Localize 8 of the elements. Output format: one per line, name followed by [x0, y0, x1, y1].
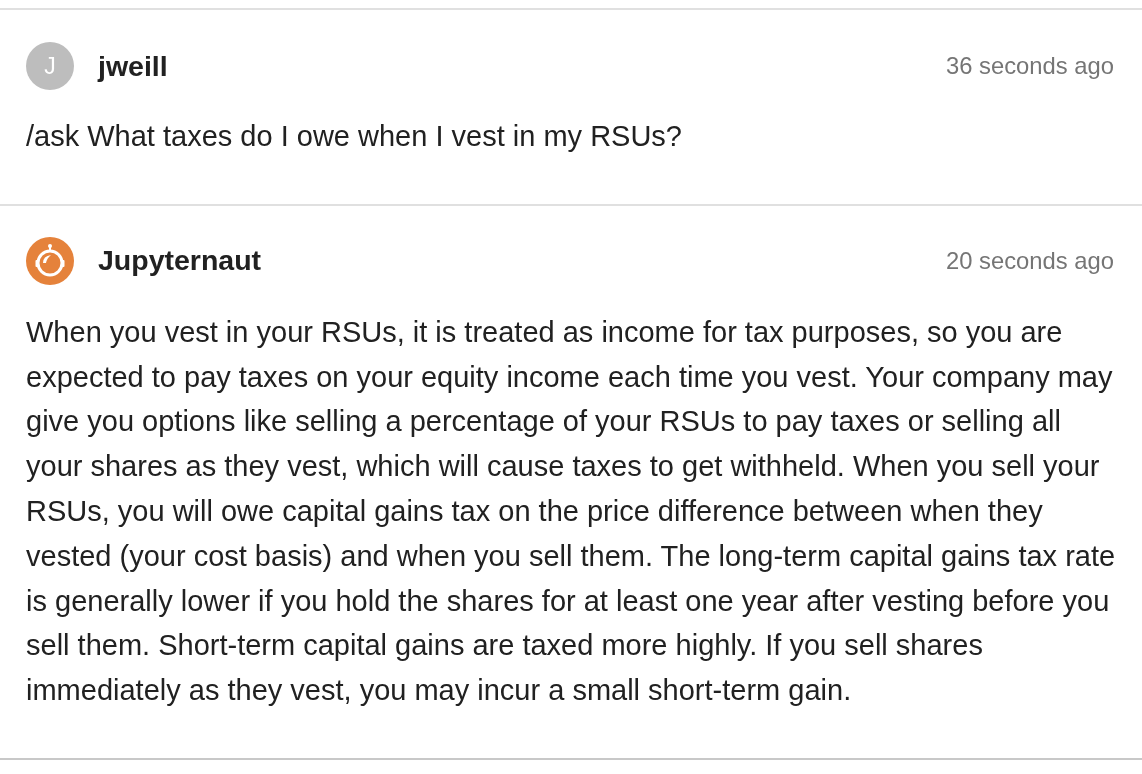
message-timestamp: 20 seconds ago: [945, 245, 1114, 276]
message-timestamp: 36 seconds ago: [945, 51, 1114, 82]
message-text: /ask What taxes do I owe when I vest in my RSUs?: [26, 119, 683, 154]
sender-name: jweill: [98, 48, 168, 84]
avatar-letter: J: [26, 42, 74, 90]
sender-name: Jupyternaut: [98, 243, 262, 279]
astronaut-helmet-icon: [26, 236, 74, 285]
message-text: When you vest in your RSUs, it is treated as income for tax purposes, so you are expected to pay taxes on your equity income each time you vest. Your company may give you options like selling a percentage of your RSUs to pay taxes or selling all your shares as they vest, which will cause taxes to get withheld. When you sell your RSUs, you will owe capital gains tax on the price difference between when they vested (your cost basis) and when you sell them. The long-term capital gains tax rate is generally lower if you hold the shares for at least one year after vesting before you sell them. Short-term capital gains are taxed more highly. If you sell shares immediately as they vest, you may incur a small short-term gain.: [26, 314, 1116, 709]
